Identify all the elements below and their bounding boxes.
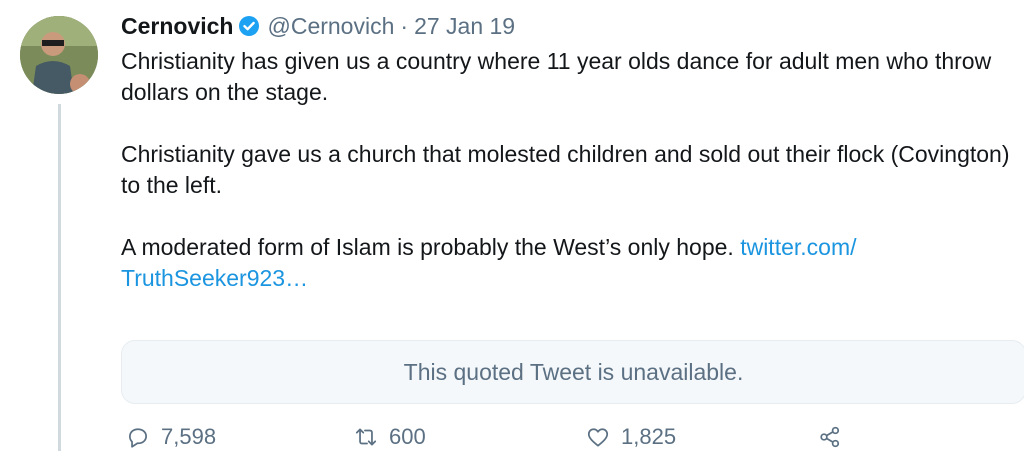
tweet: Cernovich @Cernovich · 27 Jan 19 Christi… xyxy=(121,10,1024,449)
tweet-link-part2[interactable]: TruthSeeker923… xyxy=(121,265,308,291)
author-handle[interactable]: @Cernovich xyxy=(267,10,394,42)
tweet-paragraph-2: Christianity gave us a church that moles… xyxy=(121,141,1010,198)
thread-line xyxy=(58,104,61,451)
retweet-count: 600 xyxy=(389,424,426,449)
author-name[interactable]: Cernovich xyxy=(121,10,233,42)
tweet-paragraph-3: A moderated form of Islam is probably th… xyxy=(121,232,1021,294)
tweet-actions: 7,598 600 1,825 xyxy=(121,418,1024,458)
share-button[interactable] xyxy=(817,424,853,450)
like-button[interactable]: 1,825 xyxy=(585,424,676,450)
tweet-date[interactable]: 27 Jan 19 xyxy=(414,10,515,42)
tweet-header: Cernovich @Cernovich · 27 Jan 19 xyxy=(121,10,1021,42)
tweet-paragraph-3-text: A moderated form of Islam is probably th… xyxy=(121,234,734,260)
reply-count: 7,598 xyxy=(161,424,217,449)
tweet-link-part1[interactable]: twitter.com/ xyxy=(740,234,856,260)
avatar[interactable] xyxy=(20,16,98,94)
avatar-image xyxy=(20,16,98,94)
quoted-tweet-message: This quoted Tweet is unavailable. xyxy=(403,358,744,385)
retweet-icon xyxy=(355,428,377,446)
share-icon xyxy=(820,426,840,448)
reply-button[interactable]: 7,598 xyxy=(125,424,216,450)
separator: · xyxy=(400,13,409,39)
retweet-button[interactable]: 600 xyxy=(353,424,426,450)
tweet-text: Christianity has given us a country wher… xyxy=(121,46,1021,294)
like-icon xyxy=(587,428,609,447)
quoted-tweet-unavailable: This quoted Tweet is unavailable. xyxy=(121,340,1024,404)
reply-icon xyxy=(129,428,147,448)
like-count: 1,825 xyxy=(621,424,677,449)
verified-badge-icon xyxy=(238,15,260,37)
tweet-paragraph-1: Christianity has given us a country wher… xyxy=(121,48,992,105)
